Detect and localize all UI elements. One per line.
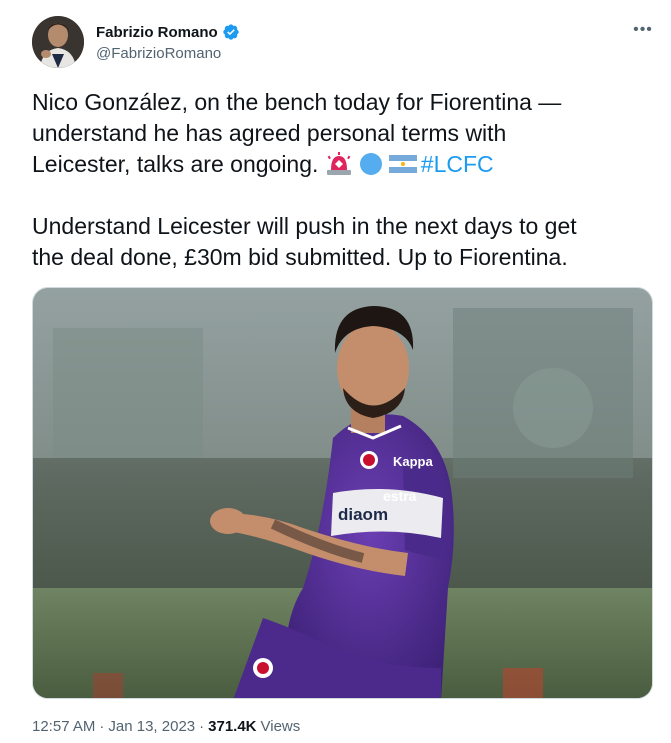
views-count: 371.4K	[208, 718, 257, 735]
tweet-line-1: Nico González, on the bench today for Fi…	[32, 89, 562, 115]
shirt-sponsor-text: estra	[383, 488, 417, 504]
views-label: Views	[260, 718, 301, 735]
tweet-date-link[interactable]: Jan 13, 2023	[108, 718, 195, 735]
author-name-row: Fabrizio Romano	[96, 23, 240, 41]
argentina-flag-icon	[388, 152, 417, 176]
blue-circle-icon	[357, 152, 385, 176]
tweet-line-2: understand he has agreed personal terms …	[32, 120, 507, 146]
kit-brand-text: Kappa	[393, 454, 434, 469]
avatar[interactable]	[32, 16, 84, 68]
tweet-para2-line-1: Understand Leicester will push in the ne…	[32, 213, 577, 239]
tweet-media-photo[interactable]: diaom estra Kappa	[32, 287, 653, 699]
tweet-header: Fabrizio Romano @FabrizioRomano •••	[32, 16, 655, 68]
tweet-line-3: Leicester, talks are ongoing.	[32, 151, 319, 177]
avatar-image	[32, 16, 84, 68]
verified-badge-icon	[222, 23, 240, 41]
author-name[interactable]: Fabrizio Romano	[96, 24, 218, 41]
meta-separator: ·	[199, 718, 205, 735]
tweet-text: Nico González, on the bench today for Fi…	[32, 87, 651, 180]
author-handle[interactable]: @FabrizioRomano	[96, 45, 221, 62]
tweet-time-link[interactable]: 12:57 AM	[32, 718, 95, 735]
tweet-text-paragraph-2: Understand Leicester will push in the ne…	[32, 211, 651, 273]
more-options-button[interactable]: •••	[631, 18, 655, 42]
more-dots-icon: •••	[633, 21, 653, 38]
meta-separator: ·	[99, 718, 105, 735]
hashtag-link[interactable]: #LCFC	[421, 151, 494, 177]
tweet-para2-line-2: the deal done, £30m bid submitted. Up to…	[32, 244, 568, 270]
player-photo: diaom estra Kappa	[33, 288, 652, 698]
tweet: Fabrizio Romano @FabrizioRomano ••• Nico…	[0, 0, 671, 743]
police-light-icon	[325, 152, 353, 176]
chest-sponsor-text: diaom	[338, 505, 388, 524]
tweet-meta: 12:57 AM · Jan 13, 2023 · 371.4K Views	[32, 718, 300, 735]
